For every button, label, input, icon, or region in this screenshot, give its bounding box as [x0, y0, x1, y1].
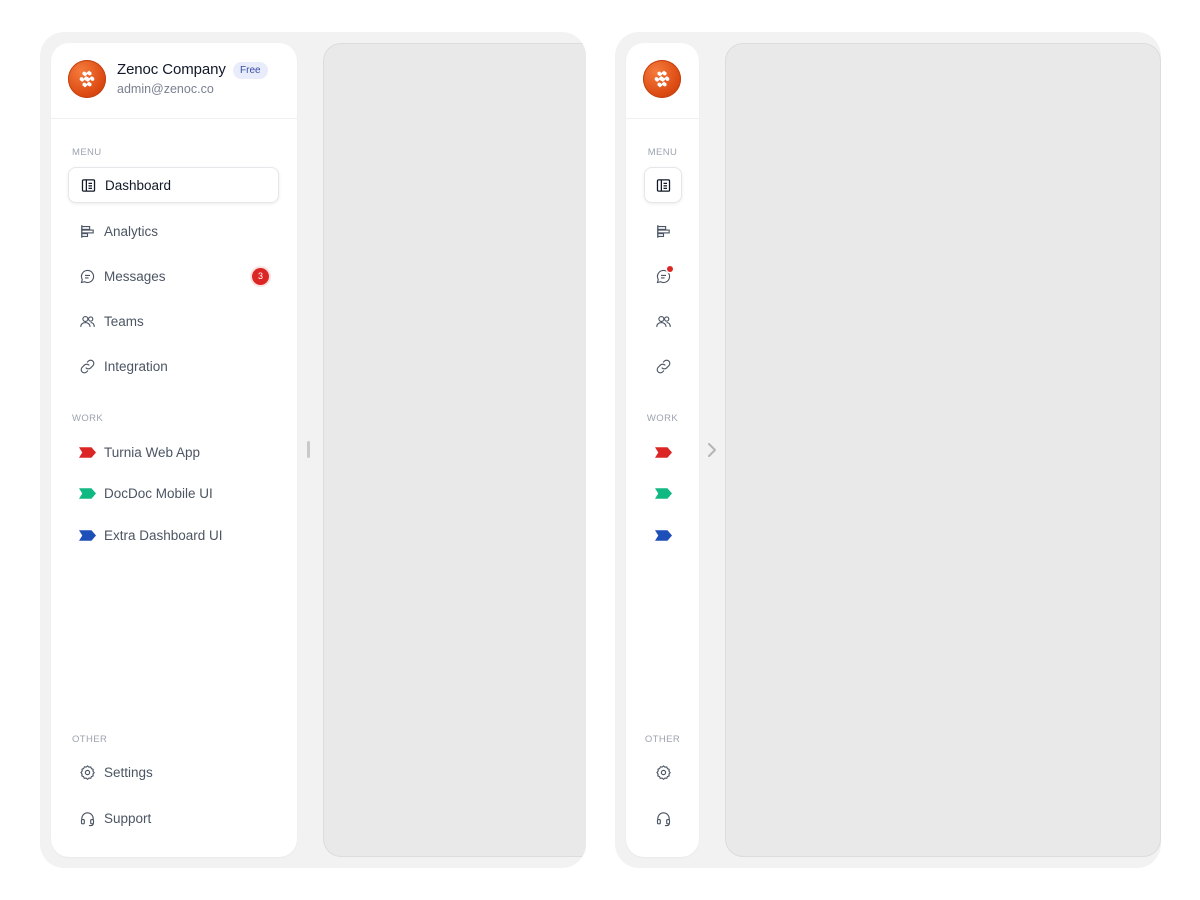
messages-count-badge: 3 [252, 268, 269, 285]
sidebar-expanded: Zenoc Company Free admin@zenoc.co MENU D… [51, 43, 297, 857]
sidebar-collapsed: MENU WORK OTHER [626, 43, 699, 857]
other-section-label-collapsed: OTHER [644, 734, 681, 745]
analytics-icon [78, 222, 96, 240]
resize-handle[interactable] [307, 441, 310, 458]
nav-item-support[interactable]: Support [68, 800, 279, 836]
work-label-extra-dashboard: Extra Dashboard UI [104, 527, 223, 543]
headset-icon [654, 809, 672, 827]
messages-icon [654, 266, 673, 285]
nav-item-dashboard-collapsed[interactable] [644, 167, 682, 203]
nav-label-teams: Teams [104, 313, 144, 329]
nav-item-analytics-collapsed[interactable] [644, 213, 682, 249]
work-item-extra-dashboard[interactable]: Extra Dashboard UI [68, 517, 279, 553]
teams-icon [654, 312, 672, 330]
sidebar-header-collapsed [626, 43, 699, 119]
company-name: Zenoc Company [117, 61, 226, 78]
nav-item-teams[interactable]: Teams [68, 303, 279, 339]
other-section-label: OTHER [72, 734, 108, 745]
gear-icon [78, 763, 96, 781]
nav-label-settings: Settings [104, 764, 153, 780]
company-logo[interactable] [68, 60, 106, 98]
nav-item-analytics[interactable]: Analytics [68, 213, 279, 249]
expand-sidebar-button[interactable] [705, 440, 719, 460]
tag-blue-icon [654, 526, 672, 544]
work-item-turnia[interactable]: Turnia Web App [68, 434, 279, 470]
messages-icon [78, 267, 96, 285]
work-item-turnia-collapsed[interactable] [644, 434, 682, 470]
nav-label-analytics: Analytics [104, 223, 159, 239]
messages-notification-dot [667, 266, 673, 272]
headset-icon [78, 809, 96, 827]
tag-green-icon [78, 484, 96, 502]
gear-icon [654, 763, 672, 781]
nav-item-teams-collapsed[interactable] [644, 303, 682, 339]
expanded-layout-frame: Zenoc Company Free admin@zenoc.co MENU D… [40, 32, 586, 868]
logo-mark-icon [79, 70, 95, 88]
dashboard-icon [654, 176, 672, 194]
tag-red-icon [654, 443, 672, 461]
nav-item-messages-collapsed[interactable] [644, 258, 682, 294]
tag-green-icon [654, 484, 672, 502]
chevron-right-icon [708, 443, 716, 457]
content-area-placeholder-collapsed [725, 43, 1161, 857]
nav-item-settings-collapsed[interactable] [644, 754, 682, 790]
link-icon [78, 357, 96, 375]
link-icon [654, 357, 672, 375]
nav-item-integration-collapsed[interactable] [644, 348, 682, 384]
work-section-label-collapsed: WORK [646, 413, 679, 424]
work-label-docdoc: DocDoc Mobile UI [104, 485, 213, 501]
work-item-docdoc-collapsed[interactable] [644, 475, 682, 511]
plan-badge: Free [233, 62, 268, 79]
collapsed-layout-frame: MENU WORK OTHER [615, 32, 1161, 868]
logo-mark-icon [654, 70, 670, 88]
menu-section-label: MENU [72, 147, 102, 158]
dashboard-icon [79, 176, 97, 194]
nav-label-support: Support [104, 810, 152, 826]
sidebar-header: Zenoc Company Free admin@zenoc.co [51, 43, 297, 119]
nav-item-integration[interactable]: Integration [68, 348, 279, 384]
tag-red-icon [78, 443, 96, 461]
nav-item-settings[interactable]: Settings [68, 754, 279, 790]
work-label-turnia: Turnia Web App [104, 444, 201, 460]
nav-label-dashboard: Dashboard [105, 177, 172, 193]
teams-icon [78, 312, 96, 330]
work-item-docdoc[interactable]: DocDoc Mobile UI [68, 475, 279, 511]
nav-label-messages: Messages [104, 268, 166, 284]
nav-label-integration: Integration [104, 358, 168, 374]
tag-blue-icon [78, 526, 96, 544]
nav-item-support-collapsed[interactable] [644, 800, 682, 836]
company-logo-collapsed[interactable] [643, 60, 681, 98]
account-email: admin@zenoc.co [117, 82, 214, 96]
work-item-extra-dashboard-collapsed[interactable] [644, 517, 682, 553]
menu-section-label-collapsed: MENU [647, 147, 678, 158]
content-area-placeholder [323, 43, 586, 857]
analytics-icon [654, 222, 672, 240]
nav-item-dashboard[interactable]: Dashboard [68, 167, 279, 203]
work-section-label: WORK [72, 413, 104, 424]
nav-item-messages[interactable]: Messages 3 [68, 258, 279, 294]
